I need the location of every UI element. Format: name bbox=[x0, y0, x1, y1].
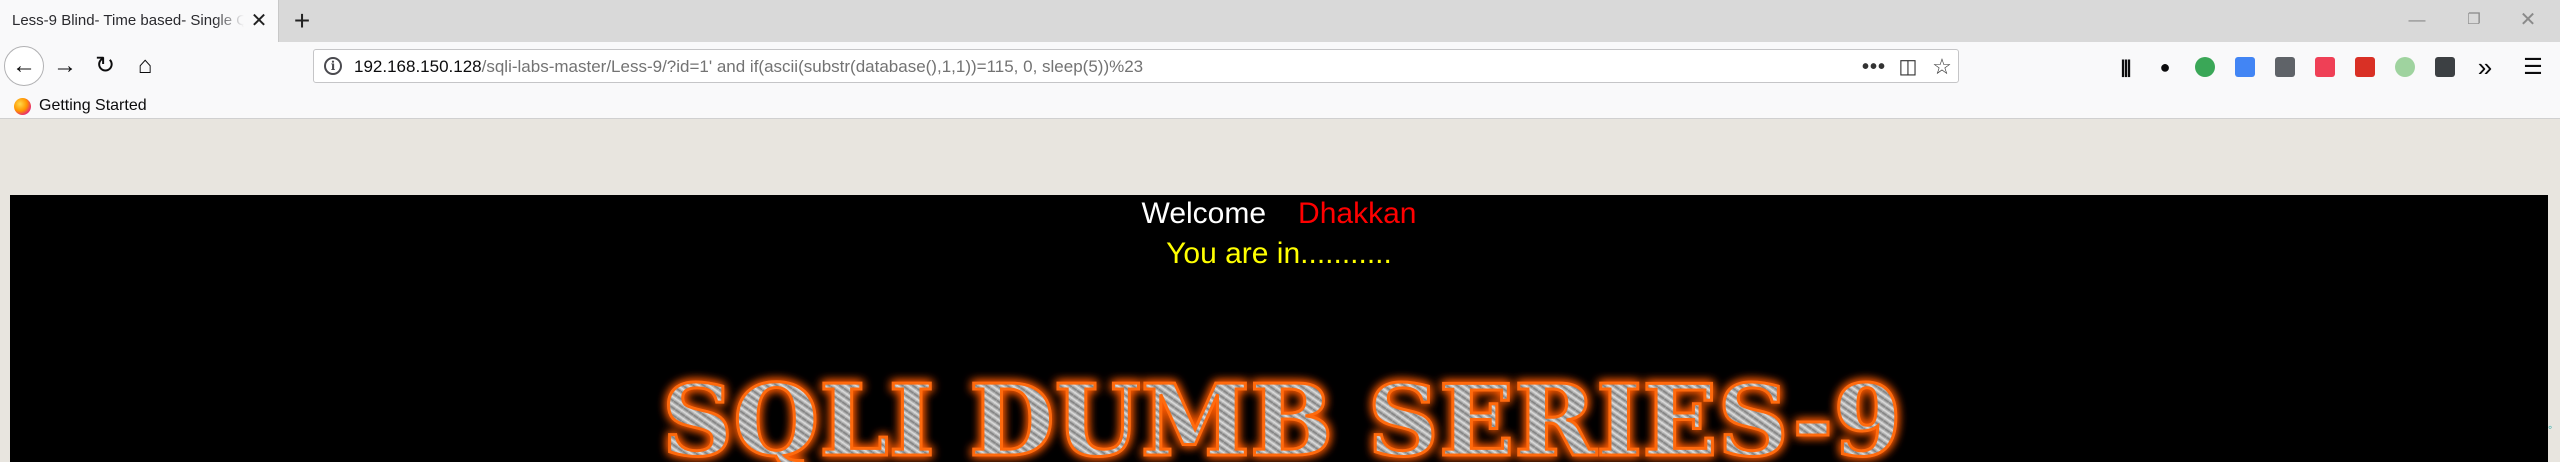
welcome-text: Welcome bbox=[1141, 197, 1267, 230]
maximize-icon[interactable]: ❐ bbox=[2451, 6, 2497, 34]
back-button[interactable]: ← bbox=[4, 46, 44, 86]
new-tab-button[interactable]: + bbox=[287, 6, 317, 36]
url-host: 192.168.150.128 bbox=[354, 57, 482, 76]
series-banner: SQLI DUMB SERIES-9 bbox=[650, 351, 1914, 462]
page-actions-icon[interactable]: ••• bbox=[1860, 53, 1888, 81]
nav-toolbar: ← → ↻ ⌂ i 192.168.150.128/sqli-labs-mast… bbox=[0, 42, 2560, 92]
url-text[interactable]: 192.168.150.128/sqli-labs-master/Less-9/… bbox=[354, 57, 1143, 77]
url-actions: ••• ◫ ☆ bbox=[1860, 53, 1956, 81]
bookmark-star-icon[interactable]: ☆ bbox=[1928, 53, 1956, 81]
overflow-icon[interactable]: » bbox=[2472, 54, 2498, 80]
status-message: You are in........... bbox=[1166, 237, 1392, 270]
back-arrow-icon: ← bbox=[12, 52, 36, 79]
tab-less-9[interactable]: Less-9 Blind- Time based- Single Quotes-… bbox=[0, 0, 279, 42]
library-icon[interactable]: ||| bbox=[2112, 54, 2138, 80]
home-button[interactable]: ⌂ bbox=[128, 46, 162, 86]
menu-icon[interactable]: ☰ bbox=[2520, 54, 2546, 80]
extension-dark-icon[interactable] bbox=[2432, 54, 2458, 80]
site-info-icon[interactable]: i bbox=[324, 57, 342, 75]
account-icon[interactable]: ● bbox=[2152, 54, 2178, 80]
reload-button[interactable]: ↻ bbox=[88, 46, 122, 86]
welcome-line: Welcome Dhakkan bbox=[10, 197, 2548, 231]
minimize-icon[interactable]: — bbox=[2394, 6, 2440, 34]
user-name: Dhakkan bbox=[1298, 197, 1417, 230]
tab-strip: Less-9 Blind- Time based- Single Quotes-… bbox=[0, 0, 2560, 42]
pocket-ext-icon[interactable] bbox=[2312, 54, 2338, 80]
tab-title: Less-9 Blind- Time based- Single Quotes-… bbox=[12, 12, 244, 29]
extension-circle-icon[interactable] bbox=[2392, 54, 2418, 80]
page-viewport: Welcome Dhakkan You are in........... SQ… bbox=[0, 120, 2560, 462]
bookmarks-bar: Getting Started bbox=[0, 92, 2560, 119]
firefox-icon bbox=[14, 98, 31, 115]
url-path: /sqli-labs-master/Less-9/?id=1' and if(a… bbox=[481, 57, 1144, 76]
close-tab-icon[interactable]: ✕ bbox=[248, 10, 270, 32]
close-window-icon[interactable]: ✕ bbox=[2505, 6, 2551, 34]
page-content: Welcome Dhakkan You are in........... SQ… bbox=[10, 195, 2548, 462]
banner-text: SQLI DUMB SERIES-9 bbox=[662, 364, 1902, 462]
pdf-icon[interactable] bbox=[2352, 54, 2378, 80]
scroll-indicator-icon: ◦ bbox=[2548, 420, 2553, 434]
series-banner-image: SQLI DUMB SERIES-9 bbox=[661, 363, 1904, 462]
extension-green-icon[interactable] bbox=[2192, 54, 2218, 80]
bookmark-label: Getting Started bbox=[39, 97, 147, 114]
pocket-icon[interactable]: ◫ bbox=[1894, 53, 1922, 81]
address-bar[interactable]: i 192.168.150.128/sqli-labs-master/Less-… bbox=[313, 49, 1959, 83]
translate-icon[interactable] bbox=[2232, 54, 2258, 80]
reader-icon[interactable] bbox=[2272, 54, 2298, 80]
forward-button[interactable]: → bbox=[48, 46, 82, 86]
